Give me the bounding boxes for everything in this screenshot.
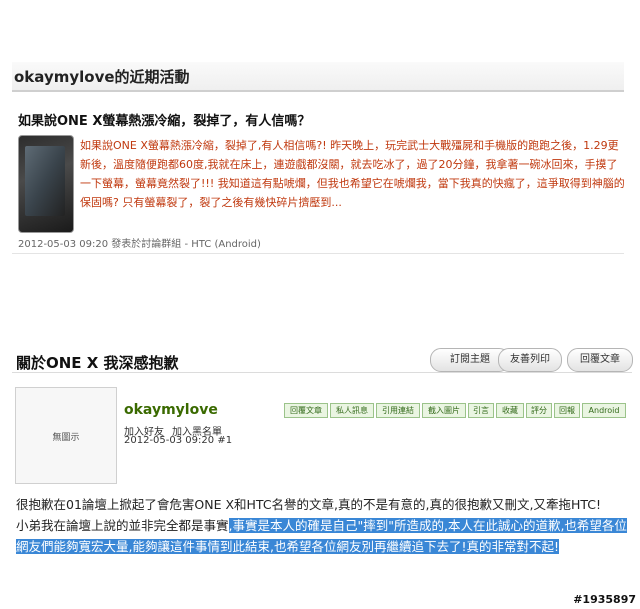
post-paragraph-2: 小弟我在論壇上說的並非完全都是事實,事實是本人的確是自己"摔到"所造成的,本人在… xyxy=(16,515,632,557)
avatar-placeholder-text: 無圖示 xyxy=(52,433,80,443)
quote-link-button[interactable]: 引用連結 xyxy=(376,403,420,418)
report-button[interactable]: 回報 xyxy=(554,403,580,418)
post-datetime: 2012-05-03 09:20 #1 xyxy=(124,435,232,446)
topic-title: 關於ONE X 我深感抱歉 xyxy=(16,354,179,372)
load-images-button[interactable]: 截入圖片 xyxy=(422,403,466,418)
reply-post-button[interactable]: 回覆文章 xyxy=(284,403,328,418)
divider xyxy=(12,372,632,373)
watermark: #1935897 xyxy=(573,593,636,606)
activity-post-title[interactable]: 如果說ONE X螢幕熱漲冷縮，裂掉了，有人信嗎？ xyxy=(18,110,310,129)
avatar: 無圖示 xyxy=(15,387,117,484)
username-link[interactable]: okaymylove xyxy=(124,402,218,418)
reply-topic-button[interactable]: 回覆文章 xyxy=(567,348,633,372)
android-badge: Android xyxy=(582,403,626,418)
post-body: 很抱歉在01論壇上掀起了會危害ONE X和HTC名譽的文章,真的不是有意的,真的… xyxy=(16,494,632,557)
post-text-plain: 小弟我在論壇上說的並非完全都是事實 xyxy=(16,518,229,533)
post-paragraph-1: 很抱歉在01論壇上掀起了會危害ONE X和HTC名譽的文章,真的不是有意的,真的… xyxy=(16,497,602,512)
activity-header: okaymylove的近期活動 xyxy=(12,62,624,92)
private-message-button[interactable]: 私人訊息 xyxy=(330,403,374,418)
quote-button[interactable]: 引言 xyxy=(468,403,494,418)
post-meta: 2012-05-03 09:20 發表於討論群組 - HTC (Android) xyxy=(18,239,261,250)
post-date: 2012-05-03 09:20 xyxy=(124,435,215,446)
post-excerpt[interactable]: 如果說ONE X螢幕熱漲冷縮，裂掉了,有人相信嗎?! 昨天晚上，玩完武士大戰殭屍… xyxy=(80,136,625,212)
print-friendly-button[interactable]: 友善列印 xyxy=(498,348,562,372)
post-floor: #1 xyxy=(217,435,233,446)
post-thumbnail-image[interactable] xyxy=(18,135,74,233)
rate-button[interactable]: 評分 xyxy=(526,403,552,418)
favorite-button[interactable]: 收藏 xyxy=(496,403,524,418)
activity-heading: okaymylove的近期活動 xyxy=(14,68,190,86)
divider xyxy=(12,253,624,254)
